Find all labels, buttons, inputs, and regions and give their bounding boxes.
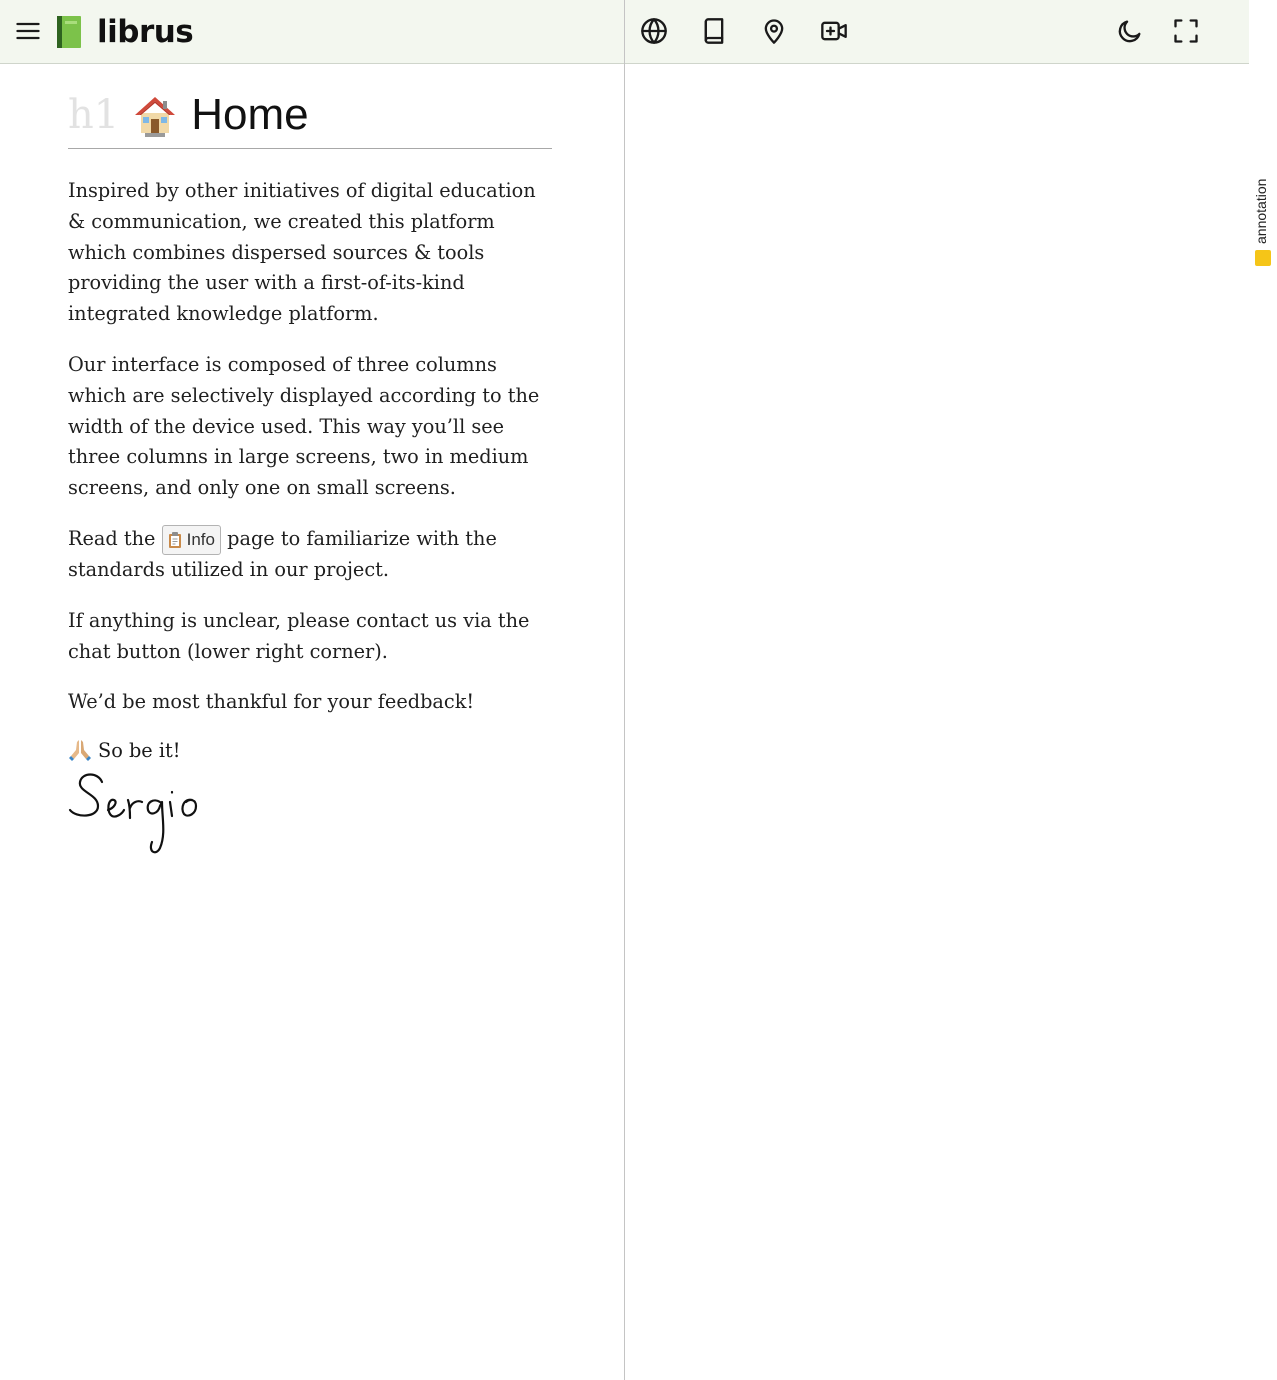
house-icon <box>135 97 176 137</box>
intro-paragraph: Inspired by other initiatives of digital… <box>68 179 536 326</box>
main-content: h1 Home Inspired by other initiatives of… <box>68 90 552 862</box>
app-name: librus <box>97 14 194 50</box>
fullscreen-icon[interactable] <box>1169 14 1203 48</box>
moon-icon[interactable] <box>1113 14 1147 48</box>
page-title: Home <box>191 90 309 139</box>
feedback-paragraph: We’d be most thankful for your feedback! <box>68 690 475 714</box>
video-plus-icon[interactable] <box>817 14 851 48</box>
info-chip-label: Info <box>186 529 215 549</box>
clipboard-icon <box>168 531 181 548</box>
page-title-row: h1 Home <box>68 90 552 149</box>
info-page-link[interactable]: Info <box>161 524 221 555</box>
globe-icon[interactable] <box>637 14 671 48</box>
column-divider[interactable] <box>624 0 625 1380</box>
annotation-color-square <box>1255 250 1271 266</box>
signoff-line: So be it! <box>68 738 552 762</box>
signature <box>68 773 198 854</box>
map-pin-icon[interactable] <box>757 14 791 48</box>
green-book-icon <box>57 16 81 48</box>
info-prefix-text: Read the <box>68 526 156 550</box>
annotation-tab-label: annotation <box>1253 178 1269 244</box>
info-paragraph: Read the Info page to familiarize with t… <box>68 524 552 586</box>
signoff-text: So be it! <box>98 738 181 762</box>
layout-paragraph: Our interface is composed of three colum… <box>68 352 540 500</box>
app-logo[interactable]: librus <box>55 10 194 54</box>
praying-hands-icon <box>69 740 91 762</box>
heading-level-tag: h1 <box>68 92 120 138</box>
contact-paragraph: If anything is unclear, please contact u… <box>68 608 530 663</box>
hamburger-menu-icon[interactable] <box>11 14 45 48</box>
book-icon[interactable] <box>697 14 731 48</box>
